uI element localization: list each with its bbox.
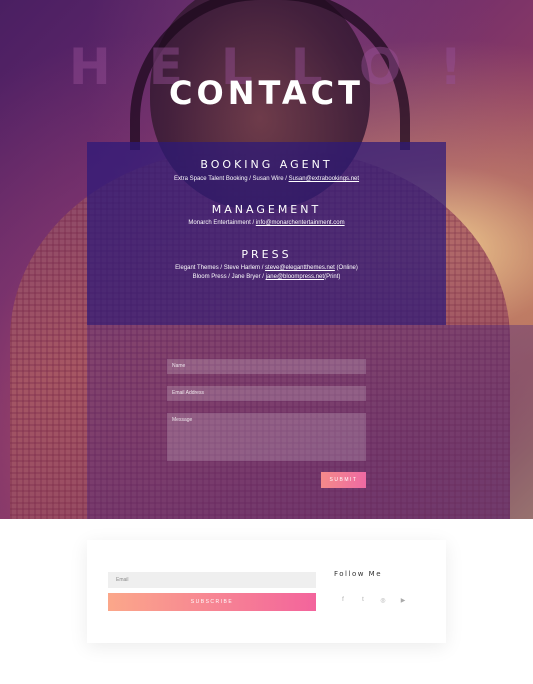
instagram-icon[interactable]: ◎ [378, 595, 388, 605]
press-print-suffix: (Print) [324, 274, 341, 280]
press-online-email-link[interactable]: steve@elegantthemes.net [265, 265, 335, 271]
follow-me-heading: Follow Me [334, 570, 383, 578]
management-heading: MANAGEMENT [211, 203, 322, 216]
submit-button[interactable]: SUBMIT [321, 472, 366, 488]
press-text-print: Bloom Press / Jane Bryer / jane@bloompre… [87, 273, 446, 282]
twitter-icon[interactable]: t [358, 595, 368, 605]
booking-agent-details: Extra Space Talent Booking / Susan Wire … [173, 176, 289, 182]
press-print-details: Bloom Press / Jane Bryer / [192, 274, 266, 280]
booking-agent-heading: BOOKING AGENT [200, 158, 333, 171]
management-email-link[interactable]: info@monarchentertainment.com [256, 220, 345, 226]
press-online-details: Elegant Themes / Steve Harlem / [175, 265, 266, 271]
message-textarea[interactable]: Message [167, 413, 366, 461]
booking-agent-text: Extra Space Talent Booking / Susan Wire … [87, 175, 446, 184]
youtube-icon[interactable]: ▶ [398, 595, 408, 605]
press-text-online: Elegant Themes / Steve Harlem / steve@el… [87, 264, 446, 273]
management-text: Monarch Entertainment / info@monarchente… [87, 219, 446, 228]
press-heading: PRESS [241, 248, 292, 261]
press-print-email-link[interactable]: jane@bloompress.net [266, 274, 324, 280]
newsletter-card: Email SUBSCRIBE Follow Me f t ◎ ▶ [87, 540, 446, 643]
management-details: Monarch Entertainment / [188, 220, 256, 226]
page-title: CONTACT [169, 74, 364, 112]
email-address-input[interactable]: Email Address [167, 386, 366, 401]
facebook-icon[interactable]: f [338, 595, 348, 605]
name-input[interactable]: Name [167, 359, 366, 374]
press-online-suffix: (Online) [334, 265, 358, 271]
booking-agent-email-link[interactable]: Susan@extrabookings.net [289, 176, 359, 182]
newsletter-email-input[interactable]: Email [108, 572, 316, 588]
subscribe-button[interactable]: SUBSCRIBE [108, 593, 316, 611]
